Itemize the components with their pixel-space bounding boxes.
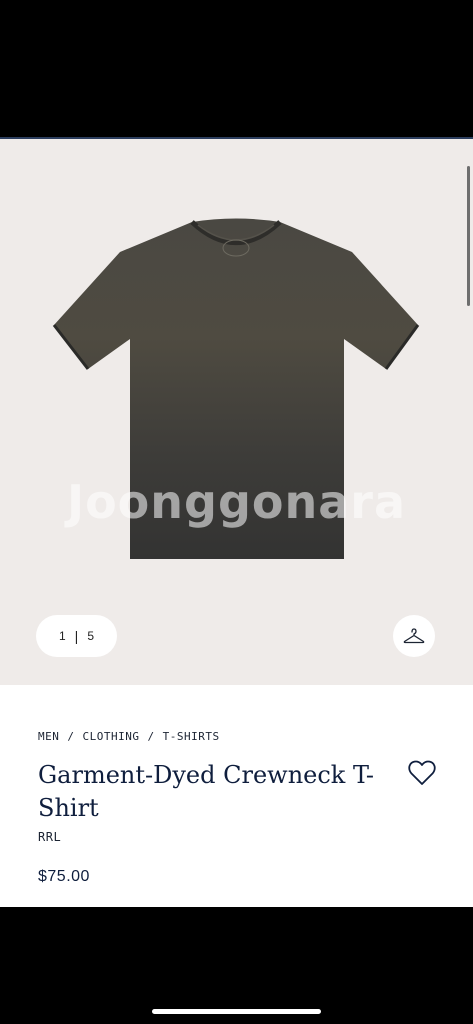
status-bar-area bbox=[0, 0, 473, 137]
breadcrumb-men[interactable]: MEN bbox=[38, 730, 59, 743]
screen: Joonggonara 1 | 5 MEN / CLOTHING / T-SHIRTS … bbox=[0, 0, 473, 1024]
scrollbar[interactable] bbox=[467, 166, 470, 306]
breadcrumb-clothing[interactable]: CLOTHING bbox=[83, 730, 140, 743]
product-image-gallery[interactable]: Joonggonara 1 | 5 bbox=[0, 139, 473, 685]
hanger-icon bbox=[403, 628, 425, 644]
image-pager[interactable]: 1 | 5 bbox=[36, 615, 117, 657]
heart-icon[interactable] bbox=[408, 760, 436, 786]
home-indicator[interactable] bbox=[152, 1009, 321, 1014]
product-info: MEN / CLOTHING / T-SHIRTS Garment-Dyed Crewn… bbox=[0, 685, 473, 907]
bottom-area bbox=[0, 907, 473, 1024]
breadcrumb-t-shirts[interactable]: T-SHIRTS bbox=[163, 730, 220, 743]
breadcrumb-separator: / bbox=[147, 730, 155, 743]
breadcrumb-separator: / bbox=[67, 730, 75, 743]
breadcrumb: MEN / CLOTHING / T-SHIRTS bbox=[38, 730, 220, 743]
pager-separator: | bbox=[74, 628, 79, 644]
pager-total: 5 bbox=[87, 629, 94, 643]
virtual-try-on-button[interactable] bbox=[393, 615, 435, 657]
brand-name[interactable]: RRL bbox=[38, 830, 61, 844]
watermark: Joonggonara bbox=[66, 475, 407, 529]
pager-current: 1 bbox=[58, 629, 66, 643]
product-price: $75.00 bbox=[38, 868, 90, 885]
product-title: Garment-Dyed Crewneck T-Shirt bbox=[38, 761, 374, 822]
